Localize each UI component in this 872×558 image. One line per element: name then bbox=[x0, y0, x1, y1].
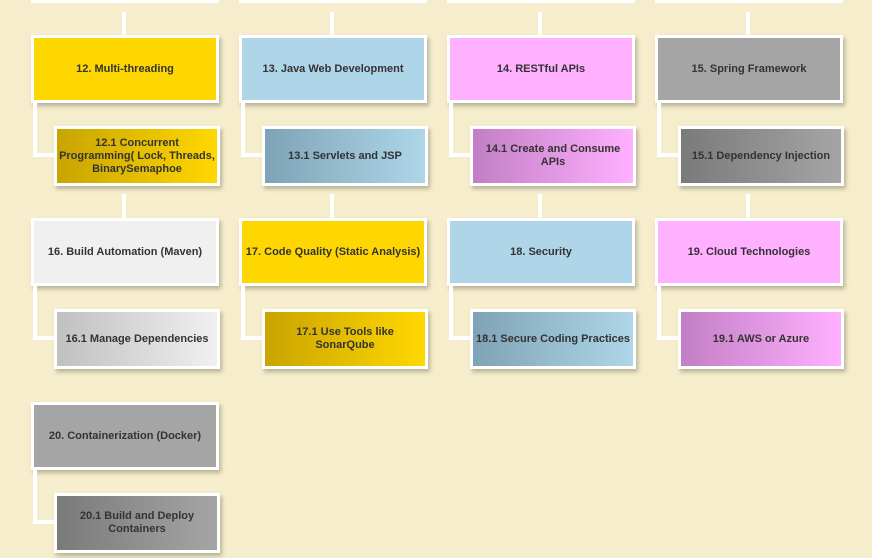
connector bbox=[122, 12, 126, 36]
connector bbox=[33, 470, 37, 524]
connector bbox=[657, 103, 661, 157]
connector bbox=[33, 520, 55, 524]
topic-node-build-automation[interactable]: 16. Build Automation (Maven) bbox=[31, 218, 219, 286]
connector bbox=[122, 194, 126, 219]
connector bbox=[657, 286, 661, 340]
connector bbox=[449, 153, 471, 157]
connector bbox=[746, 194, 750, 219]
connector bbox=[241, 103, 245, 157]
connector bbox=[241, 153, 263, 157]
subtopic-node-build-deploy-containers[interactable]: 20.1 Build and Deploy Containers bbox=[54, 493, 220, 553]
connector bbox=[31, 0, 219, 3]
connector bbox=[33, 153, 55, 157]
connector bbox=[538, 12, 542, 36]
connector bbox=[33, 103, 37, 157]
connector bbox=[33, 336, 55, 340]
subtopic-node-secure-coding[interactable]: 18.1 Secure Coding Practices bbox=[470, 309, 636, 369]
connector bbox=[746, 12, 750, 36]
topic-node-security[interactable]: 18. Security bbox=[447, 218, 635, 286]
connector bbox=[538, 194, 542, 219]
topic-node-multi-threading[interactable]: 12. Multi-threading bbox=[31, 35, 219, 103]
connector bbox=[330, 12, 334, 36]
topic-node-restful-apis[interactable]: 14. RESTful APIs bbox=[447, 35, 635, 103]
subtopic-node-servlets-jsp[interactable]: 13.1 Servlets and JSP bbox=[262, 126, 428, 186]
subtopic-node-sonarqube[interactable]: 17.1 Use Tools like SonarQube bbox=[262, 309, 428, 369]
subtopic-node-concurrent-programming[interactable]: 12.1 Concurrent Programming( Lock, Threa… bbox=[54, 126, 220, 186]
connector bbox=[657, 153, 679, 157]
connector bbox=[657, 336, 679, 340]
connector bbox=[241, 286, 245, 340]
subtopic-node-dependency-injection[interactable]: 15.1 Dependency Injection bbox=[678, 126, 844, 186]
connector bbox=[241, 336, 263, 340]
connector bbox=[449, 336, 471, 340]
topic-node-containerization[interactable]: 20. Containerization (Docker) bbox=[31, 402, 219, 470]
subtopic-node-manage-dependencies[interactable]: 16.1 Manage Dependencies bbox=[54, 309, 220, 369]
connector bbox=[449, 103, 453, 157]
topic-node-spring-framework[interactable]: 15. Spring Framework bbox=[655, 35, 843, 103]
connector bbox=[655, 0, 843, 3]
connector bbox=[447, 0, 635, 3]
topic-node-code-quality[interactable]: 17. Code Quality (Static Analysis) bbox=[239, 218, 427, 286]
connector bbox=[449, 286, 453, 340]
connector bbox=[33, 286, 37, 340]
topic-node-cloud-technologies[interactable]: 19. Cloud Technologies bbox=[655, 218, 843, 286]
subtopic-node-aws-azure[interactable]: 19.1 AWS or Azure bbox=[678, 309, 844, 369]
connector bbox=[330, 194, 334, 219]
connector bbox=[239, 0, 427, 3]
subtopic-node-create-consume-apis[interactable]: 14.1 Create and Consume APIs bbox=[470, 126, 636, 186]
topic-node-java-web-development[interactable]: 13. Java Web Development bbox=[239, 35, 427, 103]
